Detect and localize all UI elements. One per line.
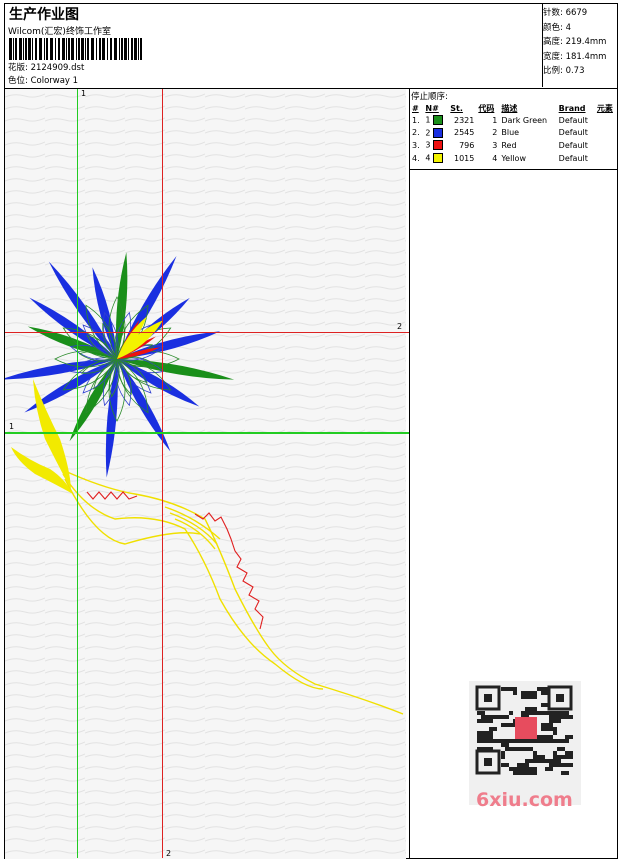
row-element [595, 139, 618, 152]
color-row: 4. 4 1015 4 Yellow Default [410, 152, 618, 165]
color-swatch [433, 153, 444, 164]
table-bottom-divider [409, 169, 617, 170]
barcode [9, 38, 142, 60]
color-row: 3. 3 796 3 Red Default [410, 139, 618, 152]
row-description: Blue [501, 128, 520, 138]
green-vertical-guide-label: 1 [81, 89, 87, 98]
row-stitches: 2321 [453, 115, 475, 125]
color-swatch [433, 127, 444, 138]
col-n: N# [425, 103, 439, 113]
col-brand: Brand [558, 103, 586, 113]
design-width: 宽度: 181.4mm [543, 51, 607, 62]
colorway-label: 色位: Colorway 1 [8, 76, 79, 86]
row-element [595, 127, 618, 140]
sheet-title: 生产作业图 [9, 7, 79, 23]
color-swatch [433, 140, 444, 151]
col-st: St. [450, 103, 463, 113]
row-code: 2 [492, 128, 498, 138]
embroidery-design [0, 89, 406, 859]
red-horizontal-guide-label: 2 [397, 322, 403, 331]
green-vertical-guide [77, 89, 78, 858]
row-element [595, 152, 618, 165]
row-index: 4. [412, 153, 420, 163]
qr-code-graphic [475, 685, 573, 775]
red-vertical-guide-label: 2 [166, 849, 172, 858]
row-needle: 4 [423, 152, 448, 165]
green-horizontal-guide-label: 1 [9, 422, 15, 431]
row-needle: 2 [423, 127, 448, 140]
qr-code [469, 681, 581, 805]
row-description: Yellow [501, 153, 526, 163]
row-index: 1. [412, 115, 420, 125]
red-vertical-guide [162, 89, 163, 858]
stats-panel: 针数: 6679 颜色: 4 高度: 219.4mm 宽度: 181.4mm 比… [543, 6, 606, 79]
color-table-header: # N# St. 代码 描述 Brand 元素 [410, 102, 618, 114]
color-swatch [433, 115, 444, 126]
design-height: 高度: 219.4mm [543, 37, 607, 48]
row-brand: Default [558, 153, 588, 163]
stop-sequence-title: 停止顺序: [411, 92, 448, 102]
stitch-count: 针数: 6679 [543, 8, 588, 18]
company-name: Wilcom(汇宏)终饰工作室 [8, 27, 111, 37]
color-row: 2. 2 2545 2 Blue Default [410, 127, 618, 140]
color-row: 1. 1 2321 1 Dark Green Default [410, 114, 618, 127]
red-horizontal-guide [5, 332, 409, 333]
row-needle: 3 [423, 139, 448, 152]
row-brand: Default [558, 128, 588, 138]
row-stitches: 1015 [453, 153, 475, 163]
row-code: 3 [492, 140, 498, 150]
col-code: 代码 [478, 103, 495, 113]
qr-center-logo [515, 717, 537, 739]
row-element [595, 114, 618, 127]
row-index: 3. [412, 140, 420, 150]
row-brand: Default [558, 115, 588, 125]
color-count: 颜色: 4 [543, 22, 571, 33]
row-description: Red [501, 140, 517, 150]
design-canvas [0, 89, 406, 859]
color-sequence-table: # N# St. 代码 描述 Brand 元素 1. 1 2321 1 Dark Gr… [410, 102, 618, 164]
row-brand: Default [558, 140, 588, 150]
row-needle: 1 [423, 114, 448, 127]
row-code: 4 [492, 153, 498, 163]
row-stitches: 2545 [453, 128, 475, 138]
col-element: 元素 [596, 103, 613, 113]
design-file-label: 花版: 2124909.dst [8, 63, 85, 73]
panel-divider [409, 88, 410, 858]
row-stitches: 796 [459, 140, 475, 150]
col-desc: 描述 [501, 103, 518, 113]
green-horizontal-guide [5, 432, 409, 434]
row-description: Dark Green [501, 115, 548, 125]
design-scale: 比例: 0.73 [543, 66, 585, 77]
col-hash: # [412, 103, 419, 113]
watermark: 6xiu.com [476, 789, 573, 811]
row-index: 2. [412, 128, 420, 138]
row-code: 1 [492, 115, 498, 125]
